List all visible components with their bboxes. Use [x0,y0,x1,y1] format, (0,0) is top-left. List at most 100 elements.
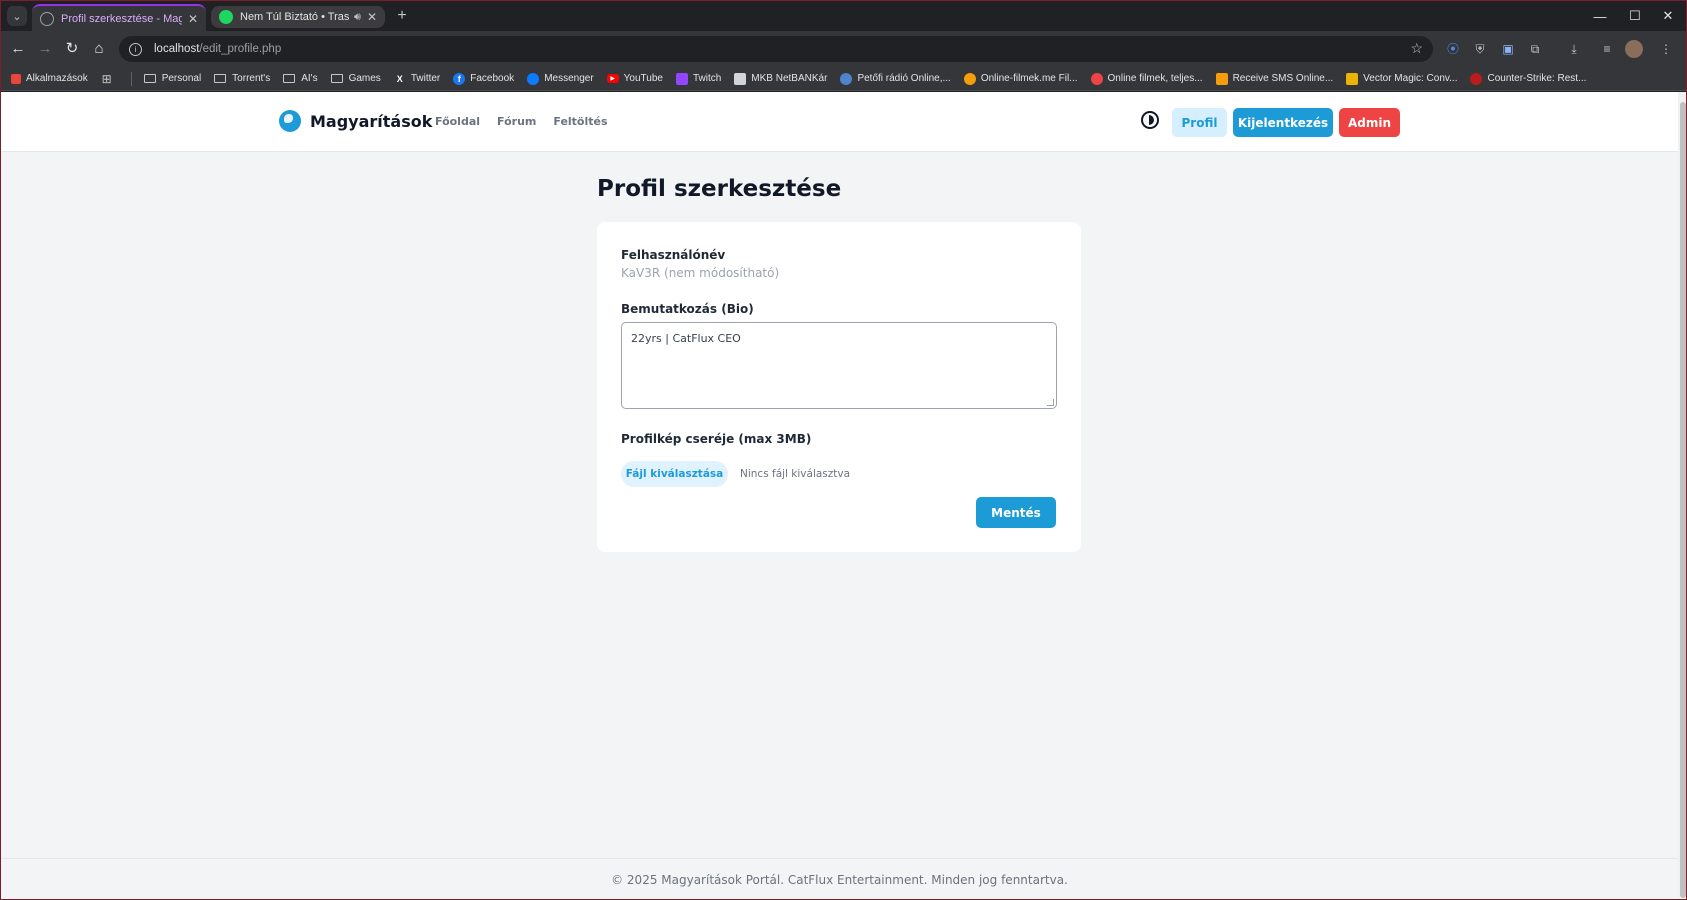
bookmark-folder-personal[interactable]: Personal [143,73,201,84]
radio-icon [840,72,853,85]
bookmark-receive-sms[interactable]: Receive SMS Online... [1215,72,1333,85]
globe-icon [40,11,54,26]
nav-link-upload[interactable]: Feltöltés [553,115,607,128]
save-button[interactable]: Mentés [976,497,1056,528]
apps-grid-icon [11,73,21,84]
scrollbar-thumb[interactable] [1680,102,1686,898]
bookmark-star-icon[interactable]: ☆ [1410,40,1423,57]
speaker-icon[interactable]: 🔊︎ [354,11,361,24]
bookmark-online-filmek-me[interactable]: Online-filmek.me Fil... [963,72,1078,85]
bookmark-folder-games[interactable]: Games [330,73,381,84]
tab-groups-icon: ⊞ [101,71,112,86]
site-brand[interactable]: Magyarítások [279,110,432,132]
nav-link-forum[interactable]: Fórum [497,115,536,128]
tab-spotify[interactable]: Nem Túl Biztató • Trashkat 🔊︎ ✕ [211,6,385,28]
audio-extension-icon[interactable]: ⦿ [1444,40,1462,58]
messenger-icon [527,72,540,85]
bookmark-youtube[interactable]: ▶ YouTube [606,73,663,84]
facebook-icon: f [453,72,466,85]
cs-icon [1470,72,1483,85]
media-control-icon[interactable]: ≡ [1598,40,1616,58]
tab-close-icon[interactable]: ✕ [367,10,377,24]
profile-avatar-icon[interactable] [1625,40,1643,58]
youtube-icon: ▶ [606,74,619,83]
tab-title: Nem Túl Biztató • Trashkat [240,11,350,23]
download-icon[interactable]: ⤓ [1565,40,1583,58]
username-label: Felhasználónév [621,248,726,262]
window-extension-icon[interactable]: ▣ [1499,40,1517,58]
tab-title: Profil szerkesztése - Magyarítá... [61,12,182,25]
x-icon: X [396,73,403,84]
reload-icon[interactable]: ↻ [62,39,82,59]
site-info-icon[interactable]: i [129,42,142,56]
bookmark-twitter[interactable]: X Twitter [394,73,440,85]
bookmark-vector-magic[interactable]: Vector Magic: Conv... [1346,72,1457,85]
home-icon[interactable]: ⌂ [89,39,109,59]
page-title: Profil szerkesztése [597,176,842,202]
new-tab-button[interactable]: + [393,7,411,25]
tab-edit-profile[interactable]: Profil szerkesztése - Magyarítá... ✕ [32,4,206,31]
file-status-text: Nincs fájl kiválasztva [740,468,851,480]
folder-icon [214,74,227,83]
tab-close-icon[interactable]: ✕ [188,12,198,26]
twitch-icon [675,72,688,85]
url-text: localhost/edit_profile.php [154,43,282,55]
maximize-button[interactable]: ☐ [1618,1,1652,31]
page-viewport: Magyarítások Főoldal Fórum Feltöltés Pro… [1,92,1678,899]
forward-icon[interactable]: → [35,39,55,59]
theme-toggle-icon[interactable] [1141,111,1159,129]
profile-button[interactable]: Profil [1172,108,1227,137]
film-icon [963,72,976,85]
bookmark-online-filmek[interactable]: Online filmek, teljes... [1090,72,1203,85]
avatar-label: Profilkép cseréje (max 3MB) [621,432,812,446]
bio-textarea[interactable]: 22yrs | CatFlux CEO [621,322,1057,409]
logout-button[interactable]: Kijelentkezés [1233,108,1333,137]
bookmark-folder-ais[interactable]: AI's [283,73,318,84]
bookmark-twitch[interactable]: Twitch [675,72,721,85]
bookmark-messenger[interactable]: Messenger [527,72,594,85]
folder-icon [143,74,156,83]
bookmarks-bar: Alkalmazások ⊞ Personal Torrent's AI's G… [1,67,1686,91]
bio-label: Bemutatkozás (Bio) [621,302,754,316]
page-scrollbar[interactable] [1678,92,1686,899]
resize-handle-icon[interactable] [1047,399,1054,406]
bookmark-separator [130,71,132,86]
extensions-puzzle-icon[interactable]: ⧉ [1526,40,1544,58]
bank-icon [734,72,747,85]
bookmark-apps[interactable]: Alkalmazások [11,73,88,84]
footer-text: © 2025 Magyarítások Portál. CatFlux Ente… [611,873,1068,887]
menu-kebab-icon[interactable]: ⋮ [1657,40,1675,58]
bookmark-mkb[interactable]: MKB NetBANKár [734,72,827,85]
choose-file-button[interactable]: Fájl kiválasztása [621,461,728,487]
film-icon [1090,72,1103,85]
bookmark-tab-groups[interactable]: ⊞ [101,71,118,86]
bookmark-folder-torrents[interactable]: Torrent's [214,73,270,84]
spotify-icon [219,10,233,24]
address-bar[interactable]: i localhost/edit_profile.php ☆ [119,36,1433,62]
edit-profile-card: Felhasználónév KaV3R (nem módosítható) B… [597,222,1081,552]
vector-magic-icon [1346,72,1359,85]
brand-name: Magyarítások [310,111,433,131]
globe-logo-icon [279,110,301,132]
folder-icon [330,74,343,83]
bookmark-counter-strike[interactable]: Counter-Strike: Rest... [1470,72,1586,85]
folder-icon [283,74,296,83]
admin-button[interactable]: Admin [1339,108,1400,137]
close-window-button[interactable]: ✕ [1651,1,1685,31]
back-icon[interactable]: ← [8,39,28,59]
tab-strip: ⌄ Profil szerkesztése - Magyarítá... ✕ N… [1,1,1686,31]
bookmark-facebook[interactable]: f Facebook [453,72,514,85]
browser-toolbar: ← → ↻ ⌂ i localhost/edit_profile.php ☆ ⦿… [1,31,1686,67]
main-nav: Főoldal Fórum Feltöltés [435,115,625,128]
shield-extension-icon[interactable]: ⛨ [1471,40,1489,58]
nav-link-home[interactable]: Főoldal [435,115,480,128]
sms-icon [1215,72,1228,85]
site-footer: © 2025 Magyarítások Portál. CatFlux Ente… [1,858,1678,899]
bio-text: 22yrs | CatFlux CEO [631,332,741,345]
browser-window: ⌄ Profil szerkesztése - Magyarítá... ✕ N… [0,0,1687,900]
site-header: Magyarítások Főoldal Fórum Feltöltés Pro… [1,92,1678,152]
tab-search-button[interactable]: ⌄ [7,6,27,26]
minimize-button[interactable]: — [1583,1,1617,31]
username-value: KaV3R (nem módosítható) [621,266,780,280]
bookmark-petofi-radio[interactable]: Petőfi rádió Online,... [840,72,951,85]
